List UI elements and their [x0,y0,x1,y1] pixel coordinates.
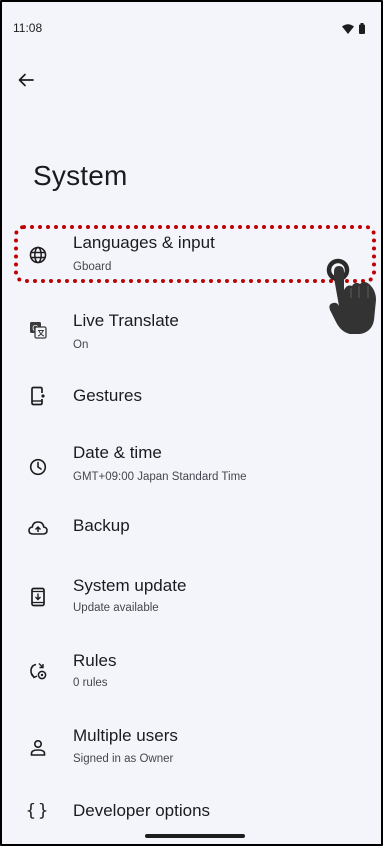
item-label: System update [73,576,187,595]
battery-icon [359,23,365,34]
item-label: Date & time [73,443,162,462]
settings-item-gestures[interactable]: Gestures [2,362,381,432]
item-subtitle: 0 rules [73,677,108,689]
system-update-icon [28,587,48,607]
status-time: 11:08 [13,21,43,35]
translate-icon: G [28,320,48,340]
back-button[interactable] [10,64,42,96]
gesture-navigation-handle[interactable] [145,834,245,838]
person-icon [28,738,48,758]
settings-item-system-update[interactable]: System update Update available [2,569,381,639]
tap-highlight-box [14,225,376,283]
cloud-upload-icon [28,518,48,538]
item-subtitle: GMT+09:00 Japan Standard Time [73,471,247,483]
rules-sync-icon [28,661,48,681]
settings-item-rules[interactable]: Rules 0 rules [2,643,381,713]
item-label: Backup [73,516,130,535]
settings-item-multiple-users[interactable]: Multiple users Signed in as Owner [2,718,381,788]
code-braces-icon: {} [25,801,51,821]
status-icons [342,23,365,34]
status-bar: 11:08 [2,2,381,42]
gestures-phone-icon [28,386,48,406]
device-screen: 11:08 System Languages & input Gboard Li… [0,0,383,846]
item-subtitle: On [73,339,89,351]
item-subtitle: Update available [73,602,159,614]
item-label: Gestures [73,386,142,405]
tap-hand-icon [324,256,380,341]
page-title: System [33,160,128,191]
item-label: Multiple users [73,726,178,745]
settings-item-date-time[interactable]: Date & time GMT+09:00 Japan Standard Tim… [2,436,381,506]
clock-icon [28,457,48,477]
wifi-icon [342,23,354,34]
item-subtitle: Signed in as Owner [73,753,174,765]
arrow-back-icon [18,73,34,87]
item-label: Live Translate [73,311,179,330]
item-label: Developer options [73,801,211,820]
settings-item-backup[interactable]: Backup [2,501,381,571]
item-label: Rules [73,651,117,670]
